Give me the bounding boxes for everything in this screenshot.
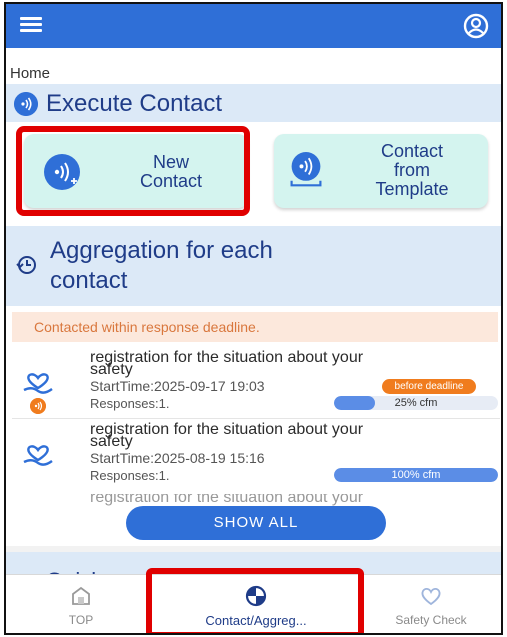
start-time: StartTime:2025-09-17 19:03 [90, 378, 265, 394]
nav-contact-aggregation[interactable]: Contact/Aggreg... [156, 575, 356, 633]
heart-hand-icon [23, 373, 53, 394]
confirmation-progress: 25% cfm [334, 396, 498, 410]
home-icon [72, 586, 90, 605]
list-item[interactable]: registration for the situation about you… [6, 422, 501, 486]
progress-label: 100% cfm [391, 469, 441, 481]
section-title: Execute Contact [46, 90, 223, 117]
nav-top[interactable]: TOP [6, 575, 156, 633]
heart-hand-icon [23, 445, 53, 466]
broadcast-add-icon [44, 154, 80, 190]
pie-chart-icon [245, 585, 267, 607]
item-title: registration for the situation about you… [90, 349, 364, 378]
progress-label: 25% cfm [394, 397, 438, 409]
broadcast-icon [14, 92, 38, 116]
show-all-button[interactable]: SHOW ALL [126, 506, 386, 540]
responses-count: Responses:1. [90, 396, 170, 411]
contact-from-template-label: Contact from Template [375, 141, 449, 199]
list-item[interactable]: registration for the situation about you… [6, 350, 501, 414]
breadcrumb-home[interactable]: Home [10, 65, 50, 82]
new-contact-button[interactable]: New Contact [24, 134, 248, 208]
hamburger-menu-icon[interactable] [20, 17, 42, 33]
item-title: registration for the situation about you… [90, 421, 364, 450]
app-frame: Home Execute Contact New Contact Contact… [4, 2, 503, 635]
start-time: StartTime:2025-08-19 15:16 [90, 450, 265, 466]
responses-count: Responses:1. [90, 468, 170, 483]
new-contact-label: New Contact [139, 152, 203, 191]
heart-icon [421, 587, 441, 606]
deadline-notice: Contacted within response deadline. [12, 312, 498, 342]
broadcast-badge-icon [30, 398, 46, 414]
divider [12, 418, 500, 419]
nav-label: Safety Check [395, 613, 467, 627]
history-icon [16, 256, 36, 274]
aggregation-list: Contacted within response deadline. regi… [6, 306, 501, 546]
execute-contact-header: Execute Contact [6, 84, 501, 122]
nav-safety-check[interactable]: Safety Check [356, 575, 501, 633]
nav-label: Contact/Aggreg... [205, 613, 307, 628]
confirmation-progress: 100% cfm [334, 468, 498, 482]
broadcast-template-icon [290, 152, 322, 187]
bottom-navigation: TOP Contact/Aggreg... Safety Check [6, 574, 501, 633]
aggregation-header: Aggregation for each contact [6, 226, 501, 306]
item-title: registration for the situation about you… [90, 494, 364, 506]
execute-contact-body: New Contact Contact from Template [6, 122, 501, 226]
top-app-bar [6, 4, 501, 48]
breadcrumb: Home [6, 48, 501, 84]
section-title: Aggregation for each contact [50, 237, 273, 294]
nav-label: TOP [68, 613, 94, 627]
account-circle-icon[interactable] [463, 13, 489, 39]
deadline-badge: before deadline [382, 379, 476, 394]
contact-from-template-button[interactable]: Contact from Template [274, 134, 488, 208]
